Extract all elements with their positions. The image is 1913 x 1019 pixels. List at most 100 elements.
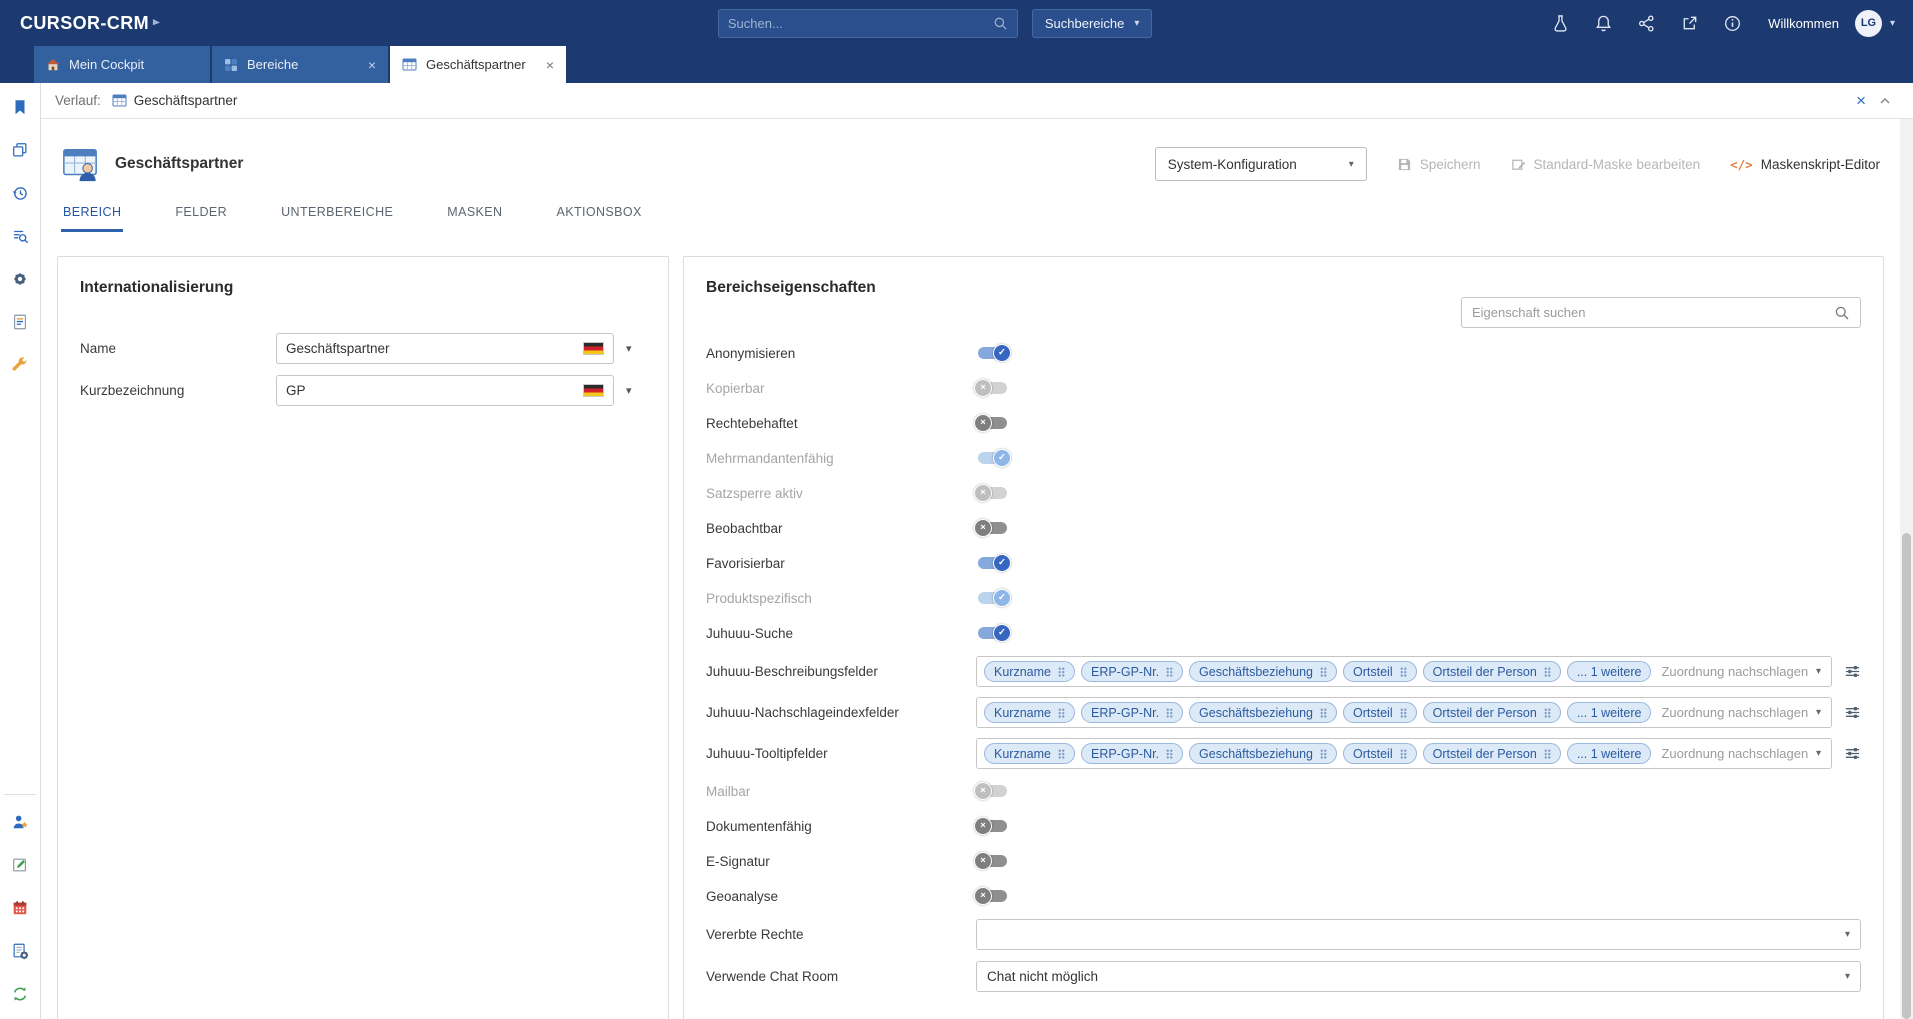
search-scope-button[interactable]: Suchbereiche ▾: [1032, 9, 1153, 38]
chip-field[interactable]: Kurzname ERP-GP-Nr. Geschäftsbeziehung O…: [976, 656, 1832, 687]
cross-icon: ×: [980, 383, 986, 393]
chip-more[interactable]: ... 1 weitere: [1567, 743, 1652, 764]
form-search-icon[interactable]: [5, 221, 35, 251]
history-item-geschaeftspartner[interactable]: Geschäftspartner: [112, 93, 238, 108]
grip-icon: [1320, 708, 1327, 718]
toggle-switch[interactable]: ✓×: [978, 890, 1007, 902]
close-icon[interactable]: ×: [546, 58, 554, 72]
save-button[interactable]: Speichern: [1397, 157, 1481, 172]
chip[interactable]: Ortsteil: [1343, 661, 1417, 682]
chat-room-select[interactable]: Chat nicht möglich ▾: [976, 961, 1861, 992]
toggle-switch: ✓×: [978, 487, 1007, 499]
chip[interactable]: Ortsteil: [1343, 743, 1417, 764]
sliders-icon[interactable]: [1844, 663, 1861, 680]
chevron-down-icon[interactable]: ▾: [1816, 748, 1821, 759]
history-icon[interactable]: [5, 178, 35, 208]
toggle-switch[interactable]: ✓×: [978, 855, 1007, 867]
tab-bereich[interactable]: BEREICH: [61, 205, 123, 232]
gear-icon[interactable]: [5, 264, 35, 294]
person-search-icon[interactable]: [5, 807, 35, 837]
chip[interactable]: ERP-GP-Nr.: [1081, 702, 1183, 723]
user-menu-chevron-icon[interactable]: ▾: [1890, 18, 1895, 29]
chevron-down-icon[interactable]: ▾: [1816, 666, 1821, 677]
chip[interactable]: Geschäftsbeziehung: [1189, 661, 1337, 682]
chip[interactable]: Geschäftsbeziehung: [1189, 743, 1337, 764]
chevron-down-icon[interactable]: ▾: [626, 384, 632, 397]
kurzbezeichnung-input[interactable]: [276, 375, 614, 406]
tab-mein-cockpit[interactable]: Mein Cockpit: [34, 46, 210, 83]
chip[interactable]: Kurzname: [984, 702, 1075, 723]
toggle-switch[interactable]: ✓×: [978, 522, 1007, 534]
prop-label: Anonymisieren: [706, 346, 976, 361]
business-partner-icon: [402, 57, 417, 72]
chip[interactable]: Kurzname: [984, 661, 1075, 682]
edit-standard-mask-button[interactable]: Standard-Maske bearbeiten: [1511, 157, 1701, 172]
vertical-scrollbar[interactable]: [1900, 119, 1913, 1019]
sliders-icon[interactable]: [1844, 704, 1861, 721]
chip-more[interactable]: ... 1 weitere: [1567, 661, 1652, 682]
chip[interactable]: Ortsteil der Person: [1423, 661, 1561, 682]
grip-icon: [1400, 749, 1407, 759]
tab-bereiche[interactable]: Bereiche ×: [212, 46, 388, 83]
cross-icon: ×: [980, 523, 986, 533]
chip[interactable]: Geschäftsbeziehung: [1189, 702, 1337, 723]
tab-unterbereiche[interactable]: UNTERBEREICHE: [279, 205, 395, 232]
chip[interactable]: Ortsteil der Person: [1423, 702, 1561, 723]
toggle-switch[interactable]: ✓×: [978, 417, 1007, 429]
chevron-down-icon[interactable]: ▾: [1816, 707, 1821, 718]
chip[interactable]: Kurzname: [984, 743, 1075, 764]
tab-masken[interactable]: MASKEN: [445, 205, 504, 232]
tab-aktionsbox[interactable]: AKTIONSBOX: [554, 205, 643, 232]
chip[interactable]: Ortsteil: [1343, 702, 1417, 723]
close-icon[interactable]: ×: [1856, 92, 1866, 109]
document-settings-icon[interactable]: [5, 936, 35, 966]
config-select[interactable]: System-Konfiguration ▾: [1155, 147, 1367, 181]
mask-script-editor-button[interactable]: </> Maskenskript-Editor: [1730, 157, 1880, 172]
share-icon[interactable]: [1636, 13, 1656, 33]
document-icon[interactable]: [5, 307, 35, 337]
windows-icon[interactable]: [5, 135, 35, 165]
chevron-down-icon[interactable]: ▾: [626, 342, 632, 355]
prop-row-mehrmandantenfaehig: Mehrmandantenfähig ✓×: [706, 446, 1861, 470]
toggle-switch[interactable]: ✓×: [978, 627, 1007, 639]
avatar[interactable]: LG: [1855, 10, 1882, 37]
bell-icon[interactable]: [1593, 13, 1613, 33]
chevron-down-icon: ▾: [1349, 159, 1354, 170]
chip[interactable]: ERP-GP-Nr.: [1081, 743, 1183, 764]
property-search[interactable]: [1461, 297, 1861, 328]
tools-icon[interactable]: [5, 350, 35, 380]
chip-field[interactable]: Kurzname ERP-GP-Nr. Geschäftsbeziehung O…: [976, 738, 1832, 769]
toggle-switch[interactable]: ✓×: [978, 347, 1007, 359]
name-input-field[interactable]: [286, 341, 575, 356]
toggle-switch[interactable]: ✓×: [978, 557, 1007, 569]
bookmark-icon[interactable]: [5, 92, 35, 122]
info-icon[interactable]: [1722, 13, 1742, 33]
edit-note-icon[interactable]: [5, 850, 35, 880]
chip-more[interactable]: ... 1 weitere: [1567, 702, 1652, 723]
name-input[interactable]: [276, 333, 614, 364]
global-search[interactable]: [718, 9, 1018, 38]
vererbte-rechte-select[interactable]: ▾: [976, 919, 1861, 950]
search-icon[interactable]: [1834, 305, 1850, 321]
scrollbar-thumb[interactable]: [1902, 533, 1911, 1019]
chevron-up-icon[interactable]: [1879, 97, 1891, 105]
search-icon[interactable]: [993, 16, 1008, 31]
open-in-new-icon[interactable]: [1679, 13, 1699, 33]
calendar-icon[interactable]: [5, 893, 35, 923]
tab-felder[interactable]: FELDER: [173, 205, 229, 232]
chip-field[interactable]: Kurzname ERP-GP-Nr. Geschäftsbeziehung O…: [976, 697, 1832, 728]
kurzbezeichnung-input-field[interactable]: [286, 383, 575, 398]
tab-geschaeftspartner[interactable]: Geschäftspartner ×: [390, 46, 566, 83]
chip[interactable]: Ortsteil der Person: [1423, 743, 1561, 764]
prop-row-produktspezifisch: Produktspezifisch ✓×: [706, 586, 1861, 610]
history-bar: Verlauf: Geschäftspartner ×: [41, 83, 1913, 119]
sync-icon[interactable]: [5, 979, 35, 1009]
close-icon[interactable]: ×: [368, 58, 376, 72]
toggle-switch[interactable]: ✓×: [978, 820, 1007, 832]
prop-row-satzsperre-aktiv: Satzsperre aktiv ✓×: [706, 481, 1861, 505]
property-search-input[interactable]: [1472, 305, 1826, 320]
chip[interactable]: ERP-GP-Nr.: [1081, 661, 1183, 682]
sliders-icon[interactable]: [1844, 745, 1861, 762]
global-search-input[interactable]: [728, 16, 993, 31]
beaker-icon[interactable]: [1550, 13, 1570, 33]
